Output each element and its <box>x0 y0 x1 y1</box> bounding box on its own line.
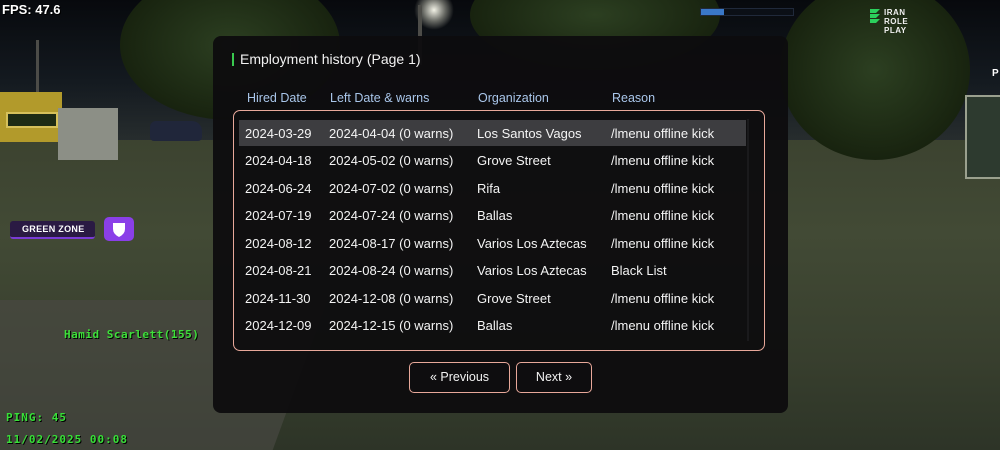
edge-text: P <box>992 68 999 79</box>
list-item[interactable]: 2024-08-12 2024-08-17 (0 warns) Varios L… <box>239 230 746 256</box>
server-logo: IRAN ROLE PLAY <box>868 6 930 35</box>
list-item[interactable]: 2024-07-19 2024-07-24 (0 warns) Ballas /… <box>239 202 746 228</box>
reason-cell: /lmenu offline kick <box>611 180 715 196</box>
next-page-button[interactable]: Next » <box>516 362 592 393</box>
hired-date-cell: 2024-08-12 <box>245 235 312 251</box>
shop-window <box>6 112 58 128</box>
column-header-reason: Reason <box>612 91 656 105</box>
previous-page-button[interactable]: « Previous <box>409 362 510 393</box>
player-nametag: Hamid Scarlett(155) <box>64 328 200 341</box>
list-item-selected[interactable]: 2024-03-29 2024-04-04 (0 warns) Los Sant… <box>239 120 746 146</box>
left-date-cell: 2024-12-08 (0 warns) <box>329 290 454 306</box>
organization-cell: Grove Street <box>477 290 551 306</box>
top-progress-bar <box>700 8 794 16</box>
organization-cell: Varios Los Aztecas <box>477 235 587 251</box>
organization-cell: Ballas <box>477 318 513 333</box>
left-date-cell: 2024-07-24 (0 warns) <box>329 208 454 223</box>
logo-line-1: IRAN <box>884 8 906 17</box>
list-item[interactable]: 2024-06-24 2024-07-02 (0 warns) Rifa /lm… <box>239 175 746 201</box>
organization-cell: Rifa <box>477 180 501 196</box>
reason-cell: /lmenu offline kick <box>611 208 715 223</box>
organization-cell: Grove Street <box>477 153 551 168</box>
reason-cell: Black List <box>611 263 667 278</box>
reason-cell: /lmenu offline kick <box>611 235 715 251</box>
dialog-title-text: Employment history (Page 1) <box>240 51 421 67</box>
list-item[interactable]: 2024-12-09 2024-12-15 (0 warns) Ballas /… <box>239 312 746 338</box>
hired-date-cell: 2024-06-24 <box>245 180 312 196</box>
left-date-cell: 2024-08-17 (0 warns) <box>329 235 454 251</box>
hired-date-cell: 2024-08-21 <box>245 263 312 278</box>
top-progress-fill <box>701 9 724 15</box>
logo-line-2: ROLE PLAY <box>884 17 909 35</box>
list-item[interactable]: 2024-11-30 2024-12-08 (0 warns) Grove St… <box>239 285 746 311</box>
left-date-cell: 2024-04-04 (0 warns) <box>329 126 454 141</box>
green-zone-badge: GREEN ZONE <box>10 221 95 239</box>
list-item[interactable]: 2024-08-21 2024-08-24 (0 warns) Varios L… <box>239 257 746 283</box>
zone-shield-badge <box>104 217 134 241</box>
employment-history-dialog: Employment history (Page 1) Hired Date L… <box>213 36 788 413</box>
left-date-cell: 2024-12-15 (0 warns) <box>329 318 454 333</box>
parked-car <box>150 121 202 141</box>
reason-cell: /lmenu offline kick <box>611 126 715 141</box>
hired-date-cell: 2024-11-30 <box>245 290 311 306</box>
column-header-left-date: Left Date & warns <box>330 91 430 105</box>
logo-text: IRAN ROLE PLAY <box>884 8 930 35</box>
hired-date-cell: 2024-03-29 <box>245 126 312 141</box>
grey-wall <box>58 108 118 160</box>
logo-mark-icon <box>870 9 880 23</box>
reason-cell: /lmenu offline kick <box>611 290 715 306</box>
list-item[interactable]: 2024-04-18 2024-05-02 (0 warns) Grove St… <box>239 147 746 173</box>
hired-date-cell: 2024-12-09 <box>245 318 312 333</box>
column-header-hired-date: Hired Date <box>247 91 307 105</box>
date-time-display: 11/02/2025 00:08 <box>6 433 128 446</box>
title-accent-bar <box>232 53 234 66</box>
ping-display: PING: 45 <box>6 411 67 424</box>
column-header-organization: Organization <box>478 91 549 105</box>
left-date-cell: 2024-07-02 (0 warns) <box>329 180 454 196</box>
reason-cell: /lmenu offline kick <box>611 153 715 168</box>
hired-date-cell: 2024-04-18 <box>245 153 312 168</box>
shield-icon <box>113 223 125 237</box>
list-scrollbar[interactable] <box>747 119 749 341</box>
left-date-cell: 2024-08-24 (0 warns) <box>329 263 454 278</box>
organization-cell: Varios Los Aztecas <box>477 263 587 278</box>
hired-date-cell: 2024-07-19 <box>245 208 312 223</box>
bus <box>965 95 1000 179</box>
fps-counter: FPS: 47.6 <box>2 2 61 17</box>
organization-cell: Ballas <box>477 208 513 223</box>
left-date-cell: 2024-05-02 (0 warns) <box>329 153 454 168</box>
history-list[interactable]: 2024-03-29 2024-04-04 (0 warns) Los Sant… <box>233 110 765 351</box>
reason-cell: /lmenu offline kick <box>611 318 715 333</box>
organization-cell: Los Santos Vagos <box>477 126 582 141</box>
